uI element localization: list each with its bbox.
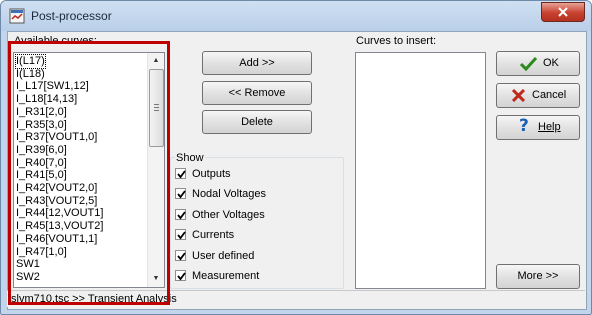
checkmark-icon <box>177 211 186 220</box>
checkbox[interactable] <box>175 249 186 261</box>
checkbox-label: Outputs <box>192 168 231 180</box>
checkbox[interactable] <box>175 188 186 200</box>
checkmark-icon <box>177 231 186 240</box>
checkmark-icon <box>177 190 186 199</box>
checkbox[interactable] <box>175 168 186 179</box>
cancel-button-label: Cancel <box>532 89 567 101</box>
checkbox[interactable] <box>175 270 186 281</box>
ok-button-label: OK <box>543 57 559 69</box>
title-bar[interactable]: Post-processor <box>1 1 591 31</box>
ok-button[interactable]: OK <box>496 51 580 76</box>
curves-to-insert-list[interactable] <box>355 52 486 289</box>
help-question-icon: ? <box>519 116 529 136</box>
delete-button[interactable]: Delete <box>202 110 312 134</box>
checkbox[interactable] <box>175 229 186 241</box>
app-icon <box>9 8 25 24</box>
checkmark-icon <box>177 252 186 261</box>
checkbox-label: Other Voltages <box>192 208 265 221</box>
show-groupbox: Show Outputs Nodal Voltages Other Voltages… <box>170 152 344 289</box>
checkbox-label: Measurement <box>192 270 260 282</box>
more-button[interactable]: More >> <box>496 264 580 289</box>
help-button-label: Help <box>538 121 561 133</box>
remove-button[interactable]: << Remove <box>202 81 312 105</box>
close-button[interactable] <box>541 2 585 22</box>
checkbox-label: User defined <box>192 249 255 262</box>
add-button[interactable]: Add >> <box>202 51 312 75</box>
cancel-x-icon <box>512 89 525 102</box>
post-processor-window: Post-processor Available curves: ▲ ▼ I(L… <box>0 0 592 315</box>
highlight-annotation-frame <box>8 41 170 305</box>
checkbox-label: Nodal Voltages <box>192 188 266 201</box>
window-title: Post-processor <box>31 9 112 23</box>
checkmark-icon <box>177 272 186 281</box>
checkbox[interactable] <box>175 208 186 220</box>
close-icon <box>558 7 568 17</box>
cancel-button[interactable]: Cancel <box>496 83 580 108</box>
checkmark-icon <box>177 170 186 179</box>
show-group-label: Show <box>175 152 205 164</box>
checkbox-label: Currents <box>192 229 235 242</box>
curves-to-insert-label: Curves to insert: <box>356 35 437 47</box>
help-button[interactable]: ? Help <box>496 115 580 140</box>
ok-check-icon <box>520 56 537 71</box>
